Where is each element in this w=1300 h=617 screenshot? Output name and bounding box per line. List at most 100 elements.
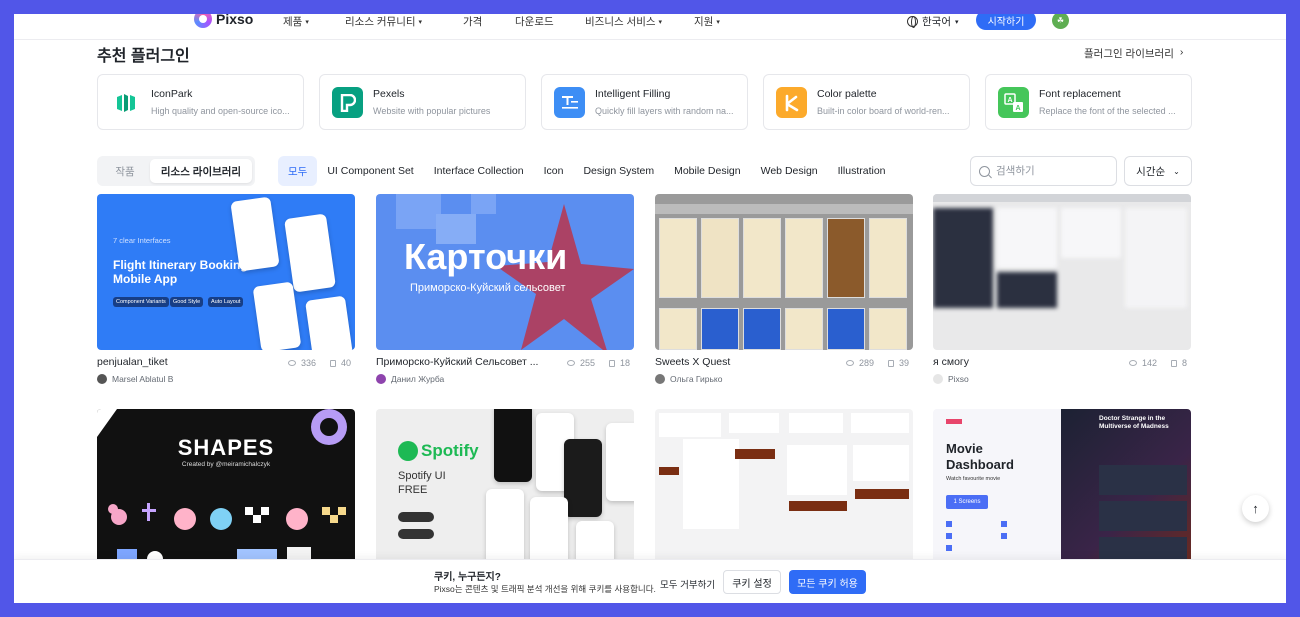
card-stats: 336 40 xyxy=(287,358,351,368)
thumb-screen xyxy=(827,218,865,298)
category-web-design[interactable]: Web Design xyxy=(751,156,828,186)
plugin-name: Color palette xyxy=(817,88,877,100)
pixso-logo[interactable]: Pixso xyxy=(194,14,253,28)
category-design-system[interactable]: Design System xyxy=(573,156,664,186)
resource-card[interactable] xyxy=(655,409,913,565)
category-ui-component-set[interactable]: UI Component Set xyxy=(317,156,423,186)
resource-card[interactable]: я смогу 142 8 Pixso xyxy=(933,194,1191,390)
resource-card[interactable]: Spotify Spotify UI FREE xyxy=(376,409,634,565)
phone-mockup xyxy=(564,439,602,517)
phone-mockup xyxy=(530,497,568,565)
resource-card[interactable]: Карточки Приморско-Куйский сельсовет При… xyxy=(376,194,634,390)
sort-label: 시간순 xyxy=(1136,165,1166,178)
view-value: 255 xyxy=(579,358,595,368)
thumb-subtitle: Приморско-Куйский сельсовет xyxy=(410,282,566,294)
language-selector[interactable]: 한국어 ▾ xyxy=(907,14,959,29)
card-title[interactable]: Sweets X Quest xyxy=(655,356,830,368)
card-thumbnail[interactable]: 7 clear Interfaces Flight Itinerary Book… xyxy=(97,194,355,350)
tab-resource-library[interactable]: 리소스 라이브러리 xyxy=(150,159,252,183)
author-name: Данил Журба xyxy=(391,374,445,384)
resource-card[interactable]: Movie Dashboard Watch favourite movie 1 … xyxy=(933,409,1191,565)
thumb-screen xyxy=(659,308,697,350)
card-author[interactable]: Данил Журба xyxy=(376,374,444,384)
plugin-card-pexels[interactable]: Pexels Website with popular pictures xyxy=(319,74,526,130)
thumb-screen xyxy=(827,308,865,350)
copy-value: 40 xyxy=(340,358,351,368)
phone-mockup xyxy=(486,489,524,565)
view-count: 255 xyxy=(566,358,595,368)
card-thumbnail[interactable] xyxy=(655,409,913,565)
start-button[interactable]: 시작하기 xyxy=(976,14,1036,30)
nav-item-business[interactable]: 비즈니스 서비스 ▾ xyxy=(585,14,694,29)
thumb-pill xyxy=(398,512,434,522)
tab-works[interactable]: 작품 xyxy=(100,159,150,183)
copy-count: 39 xyxy=(887,358,909,368)
copy-icon xyxy=(887,359,894,367)
plugin-library-link[interactable]: 플러그인 라이브러리 › xyxy=(1084,46,1183,61)
page: Pixso 제품 ▾ 리소스 커뮤니티 ▾ 가격 다운로드 비즈니스 서비스 ▾ 지원… xyxy=(14,14,1286,603)
card-author[interactable]: Marsel Ablatul B xyxy=(97,374,173,384)
thumb-screen xyxy=(743,308,781,350)
resource-card[interactable]: Sweets X Quest 289 39 Ольга Гирько xyxy=(655,194,913,390)
card-title[interactable]: penjualan_tiket xyxy=(97,356,272,368)
thumb-subtitle: 7 clear Interfaces xyxy=(113,236,171,245)
card-author[interactable]: Ольга Гирько xyxy=(655,374,722,384)
back-to-top-button[interactable]: ↑ xyxy=(1242,495,1269,522)
thumb-screen xyxy=(1061,208,1121,258)
card-author[interactable]: Pixso xyxy=(933,374,969,384)
thumb-tag: Good Style xyxy=(170,297,204,307)
chevron-down-icon: ⌄ xyxy=(1173,166,1180,176)
card-title[interactable]: я смогу xyxy=(933,356,1108,368)
thumb-tag: Component Variants xyxy=(113,297,169,307)
user-avatar[interactable]: ☘ xyxy=(1052,14,1069,29)
plugin-card-color-palette[interactable]: Color palette Built-in color board of wo… xyxy=(763,74,970,130)
card-thumbnail[interactable] xyxy=(933,194,1191,350)
plugin-desc: Replace the font of the selected ... xyxy=(1039,106,1176,116)
top-nav: Pixso 제품 ▾ 리소스 커뮤니티 ▾ 가격 다운로드 비즈니스 서비스 ▾ 지원… xyxy=(14,14,1286,40)
plugin-card-font-replacement[interactable]: AA Font replacement Replace the font of … xyxy=(985,74,1192,130)
cookie-settings-button[interactable]: 쿠키 설정 xyxy=(723,570,781,594)
nav-item-pricing[interactable]: 가격 xyxy=(463,14,515,29)
card-thumbnail[interactable]: Карточки Приморско-Куйский сельсовет xyxy=(376,194,634,350)
chevron-right-icon: › xyxy=(1179,46,1184,58)
search-input[interactable] xyxy=(996,165,1106,177)
thumb-screen xyxy=(655,204,913,214)
thumb-title: Flight Itinerary Booking Mobile App xyxy=(113,258,248,286)
card-thumbnail[interactable]: SHAPES Created by @meiramichalczyk xyxy=(97,409,355,565)
thumb-screen xyxy=(851,413,909,433)
nav-item-download[interactable]: 다운로드 xyxy=(515,14,585,29)
thumb-tag: Auto Layout xyxy=(208,297,244,307)
card-thumbnail[interactable]: Spotify Spotify UI FREE xyxy=(376,409,634,565)
globe-icon xyxy=(907,16,918,28)
category-icon[interactable]: Icon xyxy=(534,156,574,186)
cookie-banner: 쿠키, 누구든지? Pixso는 콘텐츠 및 트래픽 분석 개선을 위해 쿠키를… xyxy=(14,559,1286,603)
eye-icon xyxy=(1128,360,1137,366)
thumb-screen xyxy=(729,413,779,433)
author-avatar xyxy=(376,374,386,384)
cookie-reject-button[interactable]: 모두 거부하기 xyxy=(660,577,715,591)
copy-count: 8 xyxy=(1170,358,1187,368)
thumb-shapes xyxy=(97,409,347,565)
card-title[interactable]: Приморско-Куйский Сельсовет ... xyxy=(376,356,551,368)
thumb-screen xyxy=(853,445,909,481)
category-mobile-design[interactable]: Mobile Design xyxy=(664,156,751,186)
category-all[interactable]: 모두 xyxy=(278,156,318,186)
plugin-card-iconpark[interactable]: IconPark High quality and open-source ic… xyxy=(97,74,304,130)
nav-item-community[interactable]: 리소스 커뮤니티 ▾ xyxy=(345,14,463,29)
iconpark-icon xyxy=(110,87,141,118)
nav-item-support[interactable]: 지원 ▾ xyxy=(694,14,744,29)
card-thumbnail[interactable] xyxy=(655,194,913,350)
copy-value: 8 xyxy=(1181,358,1187,368)
nav-item-product[interactable]: 제품 ▾ xyxy=(283,14,345,29)
category-interface-collection[interactable]: Interface Collection xyxy=(424,156,534,186)
resource-card[interactable]: 7 clear Interfaces Flight Itinerary Book… xyxy=(97,194,355,390)
sort-dropdown[interactable]: 시간순 ⌄ xyxy=(1124,156,1192,186)
resource-card[interactable]: SHAPES Created by @meiramichalczyk xyxy=(97,409,355,565)
svg-text:A: A xyxy=(1007,97,1012,104)
category-illustration[interactable]: Illustration xyxy=(828,156,896,186)
cookie-accept-button[interactable]: 모든 쿠키 허용 xyxy=(789,570,866,594)
card-thumbnail[interactable]: Movie Dashboard Watch favourite movie 1 … xyxy=(933,409,1191,565)
plugin-card-intelligent-filling[interactable]: Intelligent Filling Quickly fill layers … xyxy=(541,74,748,130)
plugin-name: IconPark xyxy=(151,88,193,100)
phone-mockup xyxy=(305,295,353,350)
